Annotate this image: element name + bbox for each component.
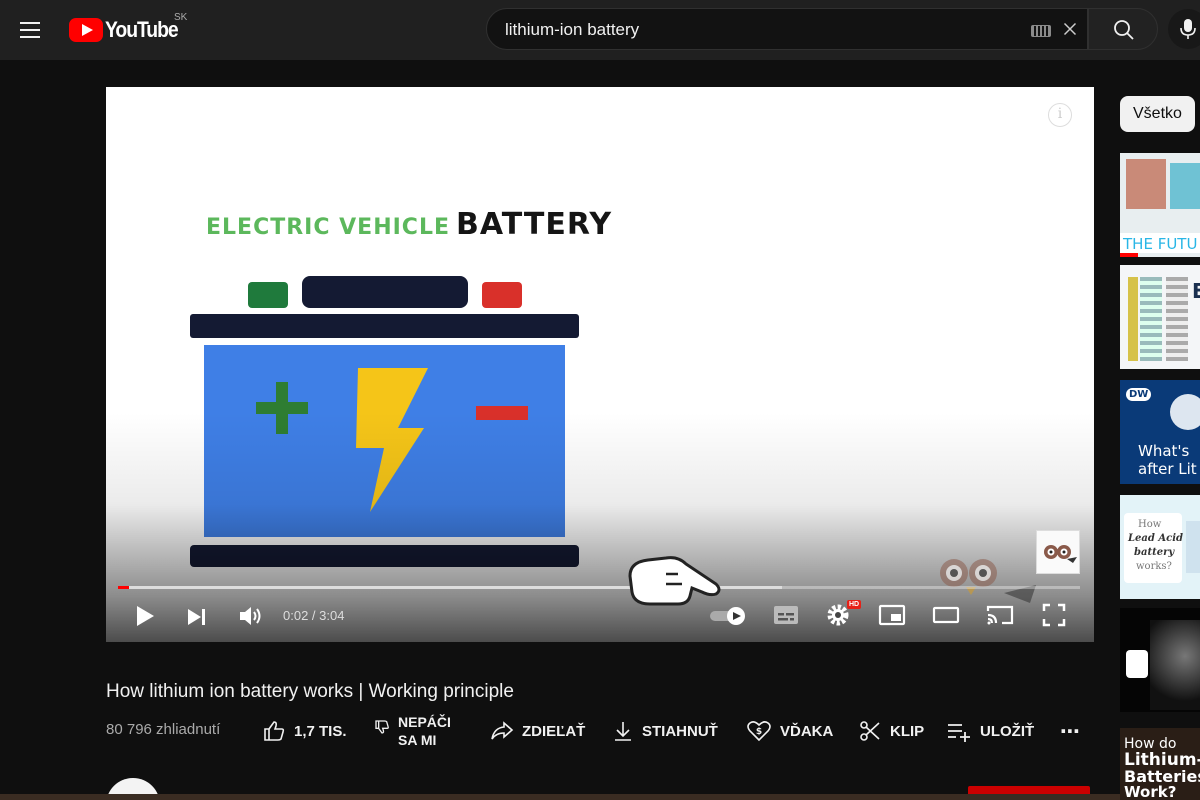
country-code: SK bbox=[174, 12, 188, 23]
thumbnail-text-line1: What's bbox=[1138, 442, 1190, 460]
share-label: ZDIEĽAŤ bbox=[522, 722, 586, 740]
playlist-add-icon bbox=[948, 724, 970, 742]
thumbnail-art bbox=[1170, 394, 1200, 430]
dislike-label: NEPÁČI SA MI bbox=[398, 713, 464, 749]
thumbnail-text-line2: after Lit bbox=[1138, 460, 1197, 478]
thumbnail-text-line3: battery bbox=[1134, 547, 1175, 558]
cast-icon[interactable] bbox=[986, 603, 1014, 627]
taskbar-strip bbox=[0, 794, 1200, 800]
battery-top-cap bbox=[302, 276, 468, 308]
slide-title-black: BATTERY bbox=[456, 207, 613, 242]
masthead: YouTube SK lithium-ion battery bbox=[0, 0, 1200, 60]
watched-progress bbox=[1120, 253, 1138, 257]
thumbnail-art bbox=[1126, 159, 1166, 209]
chip-all[interactable]: Všetko bbox=[1120, 96, 1195, 132]
clip-button[interactable]: KLIP bbox=[858, 714, 924, 748]
hand-pointer-icon bbox=[628, 556, 721, 606]
slide-title-green: ELECTRIC VEHICLE bbox=[206, 215, 451, 240]
dw-logo: DW bbox=[1126, 388, 1152, 401]
more-icon: ⋯ bbox=[1060, 720, 1080, 743]
battery-terminal-minus bbox=[482, 282, 522, 308]
volume-icon[interactable] bbox=[238, 604, 264, 628]
search-input[interactable]: lithium-ion battery bbox=[486, 8, 1088, 50]
download-button[interactable]: STIAHNUŤ bbox=[612, 714, 718, 748]
hamburger-icon-bar bbox=[20, 36, 40, 38]
thumbnail-text: THE FUTU bbox=[1123, 235, 1198, 253]
play-icon[interactable] bbox=[134, 605, 156, 627]
thumbnail-art bbox=[1126, 650, 1148, 678]
related-video-thumbnail-5[interactable] bbox=[1120, 608, 1200, 712]
battery-terminal-plus bbox=[248, 282, 288, 308]
thumbnail-text-line4: Work? bbox=[1124, 783, 1177, 800]
dislike-label-line1: NEPÁČI bbox=[398, 714, 451, 730]
thumbnail-art bbox=[1166, 277, 1188, 361]
share-button[interactable]: ZDIEĽAŤ bbox=[490, 714, 585, 748]
dislike-button[interactable]: NEPÁČI SA MI bbox=[374, 714, 464, 748]
thanks-label: VĎAKA bbox=[780, 722, 834, 740]
youtube-logo[interactable]: YouTube bbox=[69, 16, 187, 44]
thumbnail-art bbox=[1140, 277, 1162, 361]
thanks-button[interactable]: $ VĎAKA bbox=[746, 714, 833, 748]
svg-text:$: $ bbox=[756, 727, 762, 737]
subtitles-icon[interactable] bbox=[773, 604, 799, 626]
save-button[interactable]: ULOŽIŤ bbox=[946, 714, 1034, 748]
hd-badge: HD bbox=[847, 600, 862, 609]
thumbnail-text-line1: How bbox=[1138, 519, 1162, 530]
thumbnail-art bbox=[1186, 521, 1200, 573]
related-video-thumbnail-2[interactable]: E bbox=[1120, 265, 1200, 369]
like-button[interactable]: 1,7 TIS. bbox=[262, 714, 347, 748]
info-icon[interactable]: i bbox=[1048, 103, 1072, 127]
related-video-thumbnail-6[interactable]: How do Lithium-i Batteries Work? bbox=[1120, 728, 1200, 800]
miniplayer-icon[interactable] bbox=[878, 604, 906, 626]
seek-bar-played bbox=[118, 586, 129, 589]
search-query[interactable]: lithium-ion battery bbox=[505, 20, 639, 40]
next-video-icon[interactable] bbox=[186, 607, 208, 627]
microphone-icon bbox=[1180, 19, 1196, 39]
guide-menu-button[interactable] bbox=[10, 10, 50, 50]
slide-title: ELECTRIC VEHICLE BATTERY bbox=[206, 207, 612, 242]
related-video-thumbnail-4[interactable]: How Lead Acid battery works? bbox=[1120, 495, 1200, 599]
clip-label: KLIP bbox=[890, 722, 925, 740]
like-count: 1,7 TIS. bbox=[294, 722, 347, 740]
thumbnail-art bbox=[1128, 277, 1138, 361]
thumbnail-text-line2: Lead Acid bbox=[1128, 533, 1183, 544]
video-player[interactable]: ELECTRIC VEHICLE BATTERY i 0:02 / 3:04 H… bbox=[106, 87, 1094, 642]
view-count: 80 796 zhliadnutí bbox=[106, 721, 221, 738]
scissors-icon bbox=[860, 721, 880, 741]
thumbnail-art bbox=[1170, 163, 1200, 209]
clear-search-icon[interactable] bbox=[1059, 18, 1081, 40]
thumbs-down-icon bbox=[375, 720, 389, 734]
voice-search-button[interactable] bbox=[1168, 9, 1200, 49]
battery-top-bar bbox=[190, 314, 579, 338]
time-display: 0:02 / 3:04 bbox=[283, 608, 345, 623]
hamburger-icon bbox=[20, 22, 40, 24]
more-actions-button[interactable]: ⋯ bbox=[1060, 714, 1080, 748]
heart-dollar-icon: $ bbox=[747, 721, 771, 742]
keyboard-icon[interactable] bbox=[1031, 25, 1051, 37]
thumbnail-text-line4: works? bbox=[1136, 561, 1172, 572]
share-icon bbox=[491, 721, 514, 740]
logo-text: YouTube bbox=[105, 17, 179, 42]
hamburger-icon-bar bbox=[20, 29, 40, 31]
video-title: How lithium ion battery works | Working … bbox=[106, 681, 514, 702]
autoplay-toggle[interactable] bbox=[708, 606, 748, 626]
thumbnail-art bbox=[1150, 620, 1200, 710]
theater-mode-icon[interactable] bbox=[932, 605, 960, 625]
thumbnail-text: E bbox=[1192, 279, 1200, 303]
youtube-play-icon bbox=[69, 18, 103, 42]
save-label: ULOŽIŤ bbox=[980, 722, 1035, 740]
search-button[interactable] bbox=[1088, 8, 1158, 50]
search-icon bbox=[1114, 20, 1134, 40]
seek-bar[interactable] bbox=[118, 586, 1080, 589]
related-video-thumbnail-3[interactable]: DW What's after Lit bbox=[1120, 380, 1200, 484]
dislike-label-line2: SA MI bbox=[398, 732, 437, 748]
thumbs-up-icon bbox=[264, 721, 285, 741]
download-label: STIAHNUŤ bbox=[642, 722, 718, 740]
related-video-thumbnail-1[interactable]: THE FUTU bbox=[1120, 153, 1200, 257]
fullscreen-icon[interactable] bbox=[1042, 603, 1066, 627]
download-icon bbox=[615, 722, 631, 741]
